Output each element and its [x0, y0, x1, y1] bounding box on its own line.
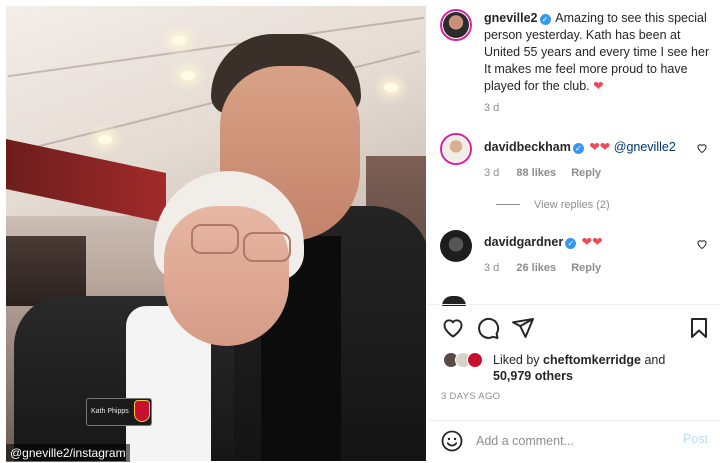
- view-replies-button[interactable]: View replies (2): [496, 199, 610, 211]
- post-photo[interactable]: Kath Phipps: [6, 6, 426, 461]
- liked-by-user[interactable]: cheftomkerridge: [543, 353, 641, 367]
- glasses-right-lens: [243, 232, 291, 262]
- comment-bubble-icon[interactable]: [476, 316, 500, 340]
- comment-username[interactable]: davidbeckham: [484, 140, 571, 154]
- heart-emoji-icon: ❤❤: [589, 140, 611, 154]
- comment-2: davidgardner ✓ ❤❤: [484, 234, 603, 249]
- verified-badge-icon: ✓: [565, 238, 577, 249]
- ceiling-light: [181, 71, 195, 80]
- caption-age: 3 d: [484, 102, 500, 114]
- liked-by-and: and: [644, 353, 666, 367]
- reply-button[interactable]: Reply: [571, 262, 601, 274]
- liked-by-prefix: Liked by: [493, 353, 540, 367]
- heart-emoji-icon: ❤❤: [581, 235, 603, 249]
- heart-emoji-icon: ❤: [593, 79, 604, 93]
- comment-composer: Post: [428, 420, 720, 463]
- comment-age: 3 d: [484, 262, 500, 274]
- post-timestamp[interactable]: 3 DAYS AGO: [441, 391, 500, 402]
- post-comment-button[interactable]: Post: [683, 432, 708, 446]
- ceiling-light: [98, 135, 112, 144]
- ceiling-light: [384, 83, 398, 92]
- liked-by-text: Liked by cheftomkerridge and 50,979 othe…: [493, 352, 713, 384]
- comment-input[interactable]: [476, 431, 666, 451]
- divider: [428, 304, 720, 305]
- mention-link[interactable]: @gneville2: [614, 140, 676, 154]
- comment-age: 3 d: [484, 167, 500, 179]
- reply-button[interactable]: Reply: [571, 167, 601, 179]
- like-comment-heart-icon[interactable]: [696, 142, 708, 157]
- like-heart-icon[interactable]: [441, 316, 465, 340]
- replies-divider: [496, 204, 520, 205]
- photo-credit: @gneville2/instagram: [6, 444, 130, 462]
- comment-meta: 3 d 88 likes Reply: [484, 167, 601, 179]
- share-paper-plane-icon[interactable]: [511, 316, 535, 340]
- author-avatar[interactable]: [440, 9, 472, 41]
- post-actions: [441, 316, 719, 340]
- liker-avatar: [467, 352, 483, 368]
- ceiling-light: [172, 36, 186, 45]
- glasses-left-lens: [191, 224, 239, 254]
- likes-count[interactable]: 50,979 others: [493, 369, 573, 383]
- save-bookmark-icon[interactable]: [687, 316, 711, 340]
- comment-likes[interactable]: 26 likes: [516, 262, 556, 274]
- verified-badge-icon: ✓: [539, 14, 551, 25]
- verified-badge-icon: ✓: [572, 143, 584, 154]
- commenter-avatar[interactable]: [440, 230, 472, 262]
- post-caption: gneville2 ✓ Amazing to see this special p…: [484, 10, 716, 95]
- view-replies-label: View replies (2): [534, 199, 610, 211]
- comment-username[interactable]: davidgardner: [484, 235, 563, 249]
- comment-1: davidbeckham ✓ ❤❤ @gneville2: [484, 139, 676, 154]
- commenter-avatar[interactable]: [440, 133, 472, 165]
- author-username[interactable]: gneville2: [484, 11, 538, 25]
- comment-likes[interactable]: 88 likes: [516, 167, 556, 179]
- club-crest-icon: [134, 400, 150, 422]
- like-comment-heart-icon[interactable]: [696, 238, 708, 253]
- comment-meta: 3 d 26 likes Reply: [484, 262, 601, 274]
- name-badge-text: Kath Phipps: [91, 408, 129, 415]
- liked-by-avatars[interactable]: [443, 352, 485, 370]
- emoji-smiley-icon[interactable]: [440, 429, 464, 453]
